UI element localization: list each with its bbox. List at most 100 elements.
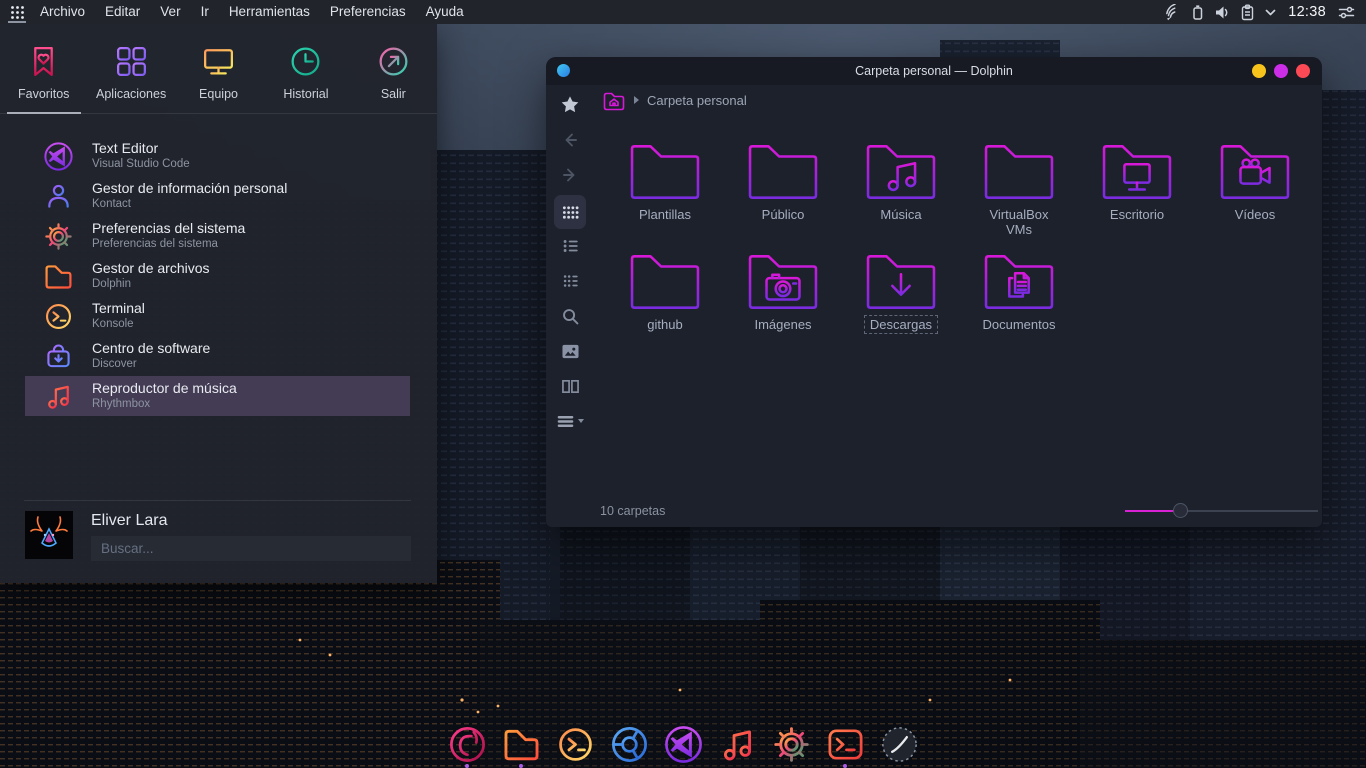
user-area: Eliver Lara (25, 511, 411, 561)
tab-label: Aplicaciones (96, 87, 166, 101)
running-indicator (465, 764, 469, 768)
list-item-text-editor[interactable]: Text EditorVisual Studio Code (25, 136, 410, 176)
menu-archivo[interactable]: Archivo (30, 0, 95, 24)
split-view-icon[interactable] (554, 373, 586, 399)
vscode-icon (42, 140, 75, 173)
dock-chromium[interactable] (606, 721, 652, 767)
folder-github[interactable]: github (615, 250, 715, 334)
folder-imagenes[interactable]: Imágenes (733, 250, 833, 334)
volume-icon[interactable] (1213, 4, 1231, 21)
breadcrumb-root[interactable]: Carpeta personal (647, 93, 747, 108)
app-title: Text Editor (92, 141, 190, 157)
chevron-down-icon[interactable] (1264, 6, 1277, 19)
music-note-icon (716, 723, 759, 766)
search-input[interactable] (91, 536, 411, 561)
breadcrumb-chevron-icon (634, 96, 639, 104)
menu-ayuda[interactable]: Ayuda (416, 0, 474, 24)
dock-rhythmbox[interactable] (714, 721, 760, 767)
clipboard-icon[interactable] (1240, 4, 1255, 21)
battery-icon[interactable] (1191, 4, 1204, 21)
folder-virtualbox-vms[interactable]: VirtualBox VMs (969, 140, 1069, 239)
running-indicator (519, 764, 523, 768)
terminal-circle-icon (554, 723, 597, 766)
menu-ver[interactable]: Ver (150, 0, 190, 24)
list-view-icon[interactable] (554, 233, 586, 259)
home-folder-icon[interactable] (602, 90, 626, 111)
computer-icon (200, 43, 237, 80)
leave-icon (375, 43, 412, 80)
titlebar[interactable]: Carpeta personal — Dolphin (546, 57, 1322, 85)
dock-terminal-alt[interactable] (822, 721, 868, 767)
favorites-list: Text EditorVisual Studio Code Gestor de … (25, 136, 410, 416)
tweaks-sliders-icon[interactable] (1337, 5, 1356, 20)
app-grid-icon (113, 43, 150, 80)
tab-equipo[interactable]: Equipo (175, 24, 262, 113)
folder-publico[interactable]: Público (733, 140, 833, 224)
tab-salir[interactable]: Salir (350, 24, 437, 113)
folder-descargas[interactable]: Descargas (851, 250, 951, 334)
menu-ir[interactable]: Ir (191, 0, 219, 24)
search-icon[interactable] (554, 303, 586, 329)
list-item-dolphin[interactable]: Gestor de archivosDolphin (25, 256, 410, 296)
network-icon[interactable] (1164, 4, 1182, 21)
music-note-icon (42, 380, 75, 413)
avatar[interactable] (25, 511, 73, 559)
folder-videos[interactable]: Vídeos (1205, 140, 1305, 224)
dock-vscode[interactable] (660, 721, 706, 767)
folder-desktop-icon (1098, 140, 1176, 204)
close-button[interactable] (1296, 64, 1310, 78)
list-item-preferencias[interactable]: Preferencias del sistemaPreferencias del… (25, 216, 410, 256)
app-title: Preferencias del sistema (92, 221, 245, 237)
list-item-konsole[interactable]: TerminalKonsole (25, 296, 410, 336)
folder-musica[interactable]: Música (851, 140, 951, 224)
app-subtitle: Dolphin (92, 277, 210, 291)
list-item-kontact[interactable]: Gestor de información personalKontact (25, 176, 410, 216)
icons-view-icon[interactable] (554, 195, 586, 229)
app-subtitle: Preferencias del sistema (92, 237, 245, 251)
folder-label: VirtualBox VMs (969, 205, 1069, 239)
preview-icon[interactable] (554, 338, 586, 364)
maximize-button[interactable] (1274, 64, 1288, 78)
app-launcher-grid-icon[interactable] (4, 0, 30, 24)
minimize-button[interactable] (1252, 64, 1266, 78)
bookmarks-star-icon[interactable] (554, 92, 586, 118)
app-subtitle: Visual Studio Code (92, 157, 190, 171)
folder-escritorio[interactable]: Escritorio (1087, 140, 1187, 224)
list-item-rhythmbox[interactable]: Reproductor de músicaRhythmbox (25, 376, 410, 416)
window-title: Carpeta personal — Dolphin (546, 57, 1322, 85)
tab-aplicaciones[interactable]: Aplicaciones (87, 24, 174, 113)
tab-label: Historial (283, 87, 328, 101)
menu-preferencias[interactable]: Preferencias (320, 0, 416, 24)
folder-icon (744, 140, 822, 204)
dock-system-settings[interactable] (768, 721, 814, 767)
hamburger-menu-icon[interactable] (554, 408, 586, 434)
dock-file-manager[interactable] (498, 721, 544, 767)
dock-firefox[interactable] (444, 721, 490, 767)
back-icon[interactable] (554, 127, 586, 153)
app-subtitle: Konsole (92, 317, 145, 331)
tab-historial[interactable]: Historial (262, 24, 349, 113)
forward-icon[interactable] (554, 162, 586, 188)
app-title: Reproductor de música (92, 381, 237, 397)
top-panel: Archivo Editar Ver Ir Herramientas Prefe… (0, 0, 1366, 24)
dock-konsole[interactable] (552, 721, 598, 767)
dock-kvantum-widget[interactable] (876, 721, 922, 767)
folder-documentos[interactable]: Documentos (969, 250, 1069, 334)
terminal-circle-icon (42, 300, 75, 333)
clock[interactable]: 12:38 (1288, 4, 1326, 20)
status-text: 10 carpetas (600, 504, 665, 518)
slider-knob[interactable] (1173, 503, 1188, 518)
folder-label: Escritorio (1104, 205, 1170, 224)
folder-icon (42, 260, 75, 293)
list-item-discover[interactable]: Centro de softwareDiscover (25, 336, 410, 376)
menu-herramientas[interactable]: Herramientas (219, 0, 320, 24)
tab-favoritos[interactable]: Favoritos (0, 24, 87, 113)
folder-plantillas[interactable]: Plantillas (615, 140, 715, 224)
app-title: Centro de software (92, 341, 210, 357)
folder-label: Documentos (977, 315, 1062, 334)
details-view-icon[interactable] (554, 268, 586, 294)
zoom-slider[interactable] (1125, 503, 1318, 519)
tab-label: Favoritos (18, 87, 69, 101)
breadcrumb: Carpeta personal (602, 87, 747, 113)
menu-editar[interactable]: Editar (95, 0, 150, 24)
